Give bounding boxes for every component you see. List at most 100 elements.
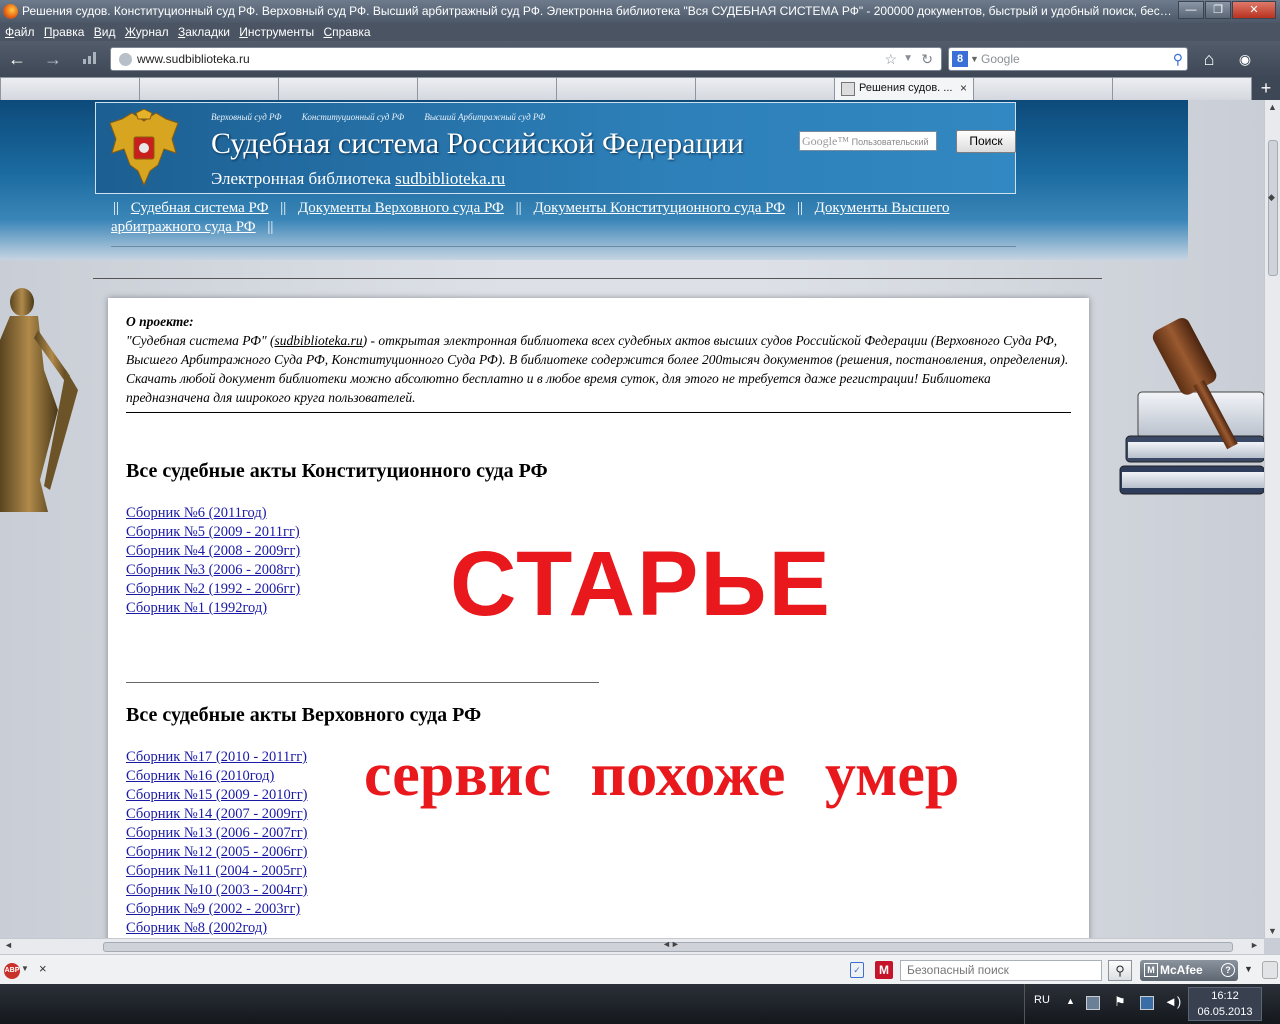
search-engine-icon[interactable]: 8 bbox=[952, 51, 968, 67]
scroll-right-icon[interactable]: ► bbox=[1250, 940, 1259, 950]
collection-link[interactable]: Сборник №5 (2009 - 2011гг) bbox=[126, 523, 300, 542]
language-indicator[interactable]: RU bbox=[1034, 994, 1050, 1006]
tab-favicon-icon bbox=[841, 82, 855, 96]
tab[interactable] bbox=[0, 77, 140, 100]
browser-search-bar[interactable]: 8 ▼ Google ⚲ bbox=[948, 47, 1188, 71]
nav-link-judicial-system[interactable]: Судебная система РФ bbox=[131, 200, 269, 216]
tab[interactable] bbox=[556, 77, 696, 100]
new-tab-button[interactable]: + bbox=[1256, 79, 1276, 98]
navigation-toolbar: ← → www.sudbiblioteka.ru ☆ ▼ ↻ 8 ▼ Googl… bbox=[0, 41, 1280, 77]
minimize-button[interactable]: — bbox=[1178, 1, 1204, 19]
maximize-button[interactable]: ❐ bbox=[1205, 1, 1231, 19]
vertical-scrollbar[interactable]: ▲ ◆ ▼ bbox=[1264, 100, 1280, 938]
site-subtitle: Электронная библиотека sudbiblioteka.ru bbox=[211, 169, 505, 189]
tab[interactable] bbox=[139, 77, 279, 100]
mcafee-dropdown-icon[interactable]: ▼ bbox=[1244, 964, 1253, 974]
collection-link[interactable]: Сборник №14 (2007 - 2009гг) bbox=[126, 805, 308, 824]
section-divider bbox=[126, 682, 599, 683]
collection-link[interactable]: Сборник №15 (2009 - 2010гг) bbox=[126, 786, 308, 805]
nav-link-constitutional-docs[interactable]: Документы Конституционного суда РФ bbox=[533, 200, 785, 216]
system-clock[interactable]: 16:12 06.05.2013 bbox=[1188, 987, 1262, 1021]
url-bar[interactable]: www.sudbiblioteka.ru ☆ ▼ ↻ bbox=[110, 47, 942, 71]
flag-icon[interactable]: ⚑ bbox=[1114, 995, 1128, 1010]
menu-file[interactable]: Файл bbox=[5, 23, 35, 41]
horizontal-scrollbar[interactable]: ◄ ◄► ► bbox=[0, 938, 1264, 954]
tab[interactable] bbox=[417, 77, 557, 100]
scroll-up-icon[interactable]: ▲ bbox=[1268, 102, 1277, 112]
menu-view[interactable]: Вид bbox=[94, 23, 116, 41]
search-engine-dropdown-icon[interactable]: ▼ bbox=[970, 48, 979, 70]
search-icon[interactable]: ⚲ bbox=[1173, 48, 1183, 70]
mcafee-button[interactable]: M McAfee ? bbox=[1140, 960, 1238, 981]
nav-separator: || bbox=[280, 200, 287, 216]
forward-button[interactable]: → bbox=[42, 49, 64, 71]
home-button[interactable]: ⌂ bbox=[1198, 49, 1220, 71]
safe-search-button[interactable]: ⚲ bbox=[1108, 960, 1132, 981]
link-supreme-court[interactable]: Верховный суд РФ bbox=[211, 112, 282, 122]
nav-link-supreme-docs[interactable]: Документы Верховного суда РФ bbox=[298, 200, 504, 216]
menu-history[interactable]: Журнал bbox=[125, 23, 169, 41]
mcafee-m-icon[interactable]: M bbox=[875, 961, 893, 979]
help-icon[interactable]: ? bbox=[1221, 963, 1235, 977]
overlay-caption-old: СТАРЬЕ bbox=[450, 533, 832, 635]
link-constitutional-court[interactable]: Конституционный суд РФ bbox=[302, 112, 404, 122]
back-button[interactable]: ← bbox=[6, 49, 28, 71]
window-controls: — ❐ ✕ bbox=[1178, 1, 1276, 19]
menu-edit[interactable]: Правка bbox=[44, 23, 85, 41]
scroll-left-icon[interactable]: ◄ bbox=[4, 940, 13, 950]
window-title: Решения судов. Конституционный суд РФ. В… bbox=[22, 4, 1172, 18]
collection-link[interactable]: Сборник №17 (2010 - 2011гг) bbox=[126, 748, 308, 767]
site-header: Верховный суд РФ Конституционный суд РФ … bbox=[0, 100, 1188, 260]
about-project: О проекте: "Судебная система РФ" (sudbib… bbox=[126, 312, 1076, 407]
scroll-grip-icon: ◆ bbox=[1268, 192, 1275, 202]
tab[interactable] bbox=[695, 77, 835, 100]
volume-icon[interactable]: ◄) bbox=[1164, 995, 1181, 1010]
vertical-scroll-thumb[interactable] bbox=[1268, 140, 1278, 276]
scroll-down-icon[interactable]: ▼ bbox=[1268, 926, 1277, 936]
menu-tools[interactable]: Инструменты bbox=[239, 23, 314, 41]
site-subtitle-link[interactable]: sudbiblioteka.ru bbox=[395, 169, 505, 188]
site-search-input[interactable]: Google™ Пользовательский bbox=[799, 131, 937, 151]
tab[interactable] bbox=[973, 77, 1113, 100]
collection-link[interactable]: Сборник №2 (1992 - 2006гг) bbox=[126, 580, 300, 599]
tab[interactable] bbox=[278, 77, 418, 100]
site-advisor-icon[interactable]: ✓ bbox=[850, 962, 864, 978]
tab-close-icon[interactable]: × bbox=[960, 78, 967, 99]
site-search-button[interactable]: Поиск bbox=[956, 130, 1016, 153]
signal-icon bbox=[80, 49, 102, 71]
collection-link[interactable]: Сборник №9 (2002 - 2003гг) bbox=[126, 900, 308, 919]
tray-expand-icon[interactable]: ▲ bbox=[1066, 996, 1075, 1006]
collection-link[interactable]: Сборник №12 (2005 - 2006гг) bbox=[126, 843, 308, 862]
close-window-button[interactable]: ✕ bbox=[1232, 1, 1276, 19]
constitutional-link-list: Сборник №6 (2011год) Сборник №5 (2009 - … bbox=[126, 504, 300, 618]
window-titlebar: Решения судов. Конституционный суд РФ. В… bbox=[0, 0, 1280, 23]
speech-bubble-icon[interactable]: ◉ bbox=[1234, 49, 1256, 71]
collection-link[interactable]: Сборник №10 (2003 - 2004гг) bbox=[126, 881, 308, 900]
about-text: "Судебная система РФ" (sudbiblioteka.ru)… bbox=[126, 331, 1076, 407]
collection-link[interactable]: Сборник №16 (2010год) bbox=[126, 767, 308, 786]
tab-active[interactable]: Решения судов. ... × bbox=[834, 77, 974, 100]
adblock-icon[interactable]: ABP bbox=[4, 963, 20, 979]
link-arbitration-court[interactable]: Высший Арбитражный суд РФ bbox=[424, 112, 545, 122]
monitor-icon[interactable] bbox=[1140, 996, 1154, 1010]
adblock-dropdown-icon[interactable]: ▼ bbox=[21, 964, 29, 973]
collection-link[interactable]: Сборник №13 (2006 - 2007гг) bbox=[126, 824, 308, 843]
about-link[interactable]: sudbiblioteka.ru bbox=[274, 333, 362, 348]
collection-link[interactable]: Сборник №6 (2011год) bbox=[126, 504, 300, 523]
addon-widget-icon[interactable] bbox=[1262, 961, 1278, 979]
tab[interactable] bbox=[1112, 77, 1252, 100]
reload-icon[interactable]: ↻ bbox=[921, 48, 933, 70]
collection-link[interactable]: Сборник №3 (2006 - 2008гг) bbox=[126, 561, 300, 580]
collection-link[interactable]: Сборник №4 (2008 - 2009гг) bbox=[126, 542, 300, 561]
collection-link[interactable]: Сборник №8 (2002год) bbox=[126, 919, 308, 938]
menu-bookmarks[interactable]: Закладки bbox=[178, 23, 230, 41]
bookmark-star-icon[interactable]: ☆ bbox=[884, 48, 897, 70]
addon-bar-close-icon[interactable]: × bbox=[39, 961, 47, 976]
about-heading: О проекте: bbox=[126, 314, 194, 329]
collection-link[interactable]: Сборник №1 (1992год) bbox=[126, 599, 300, 618]
menu-help[interactable]: Справка bbox=[323, 23, 370, 41]
collection-link[interactable]: Сборник №11 (2004 - 2005гг) bbox=[126, 862, 308, 881]
safe-search-input[interactable]: Безопасный поиск bbox=[900, 960, 1102, 981]
url-dropdown-icon[interactable]: ▼ bbox=[903, 48, 913, 70]
network-icon[interactable] bbox=[1086, 996, 1100, 1010]
